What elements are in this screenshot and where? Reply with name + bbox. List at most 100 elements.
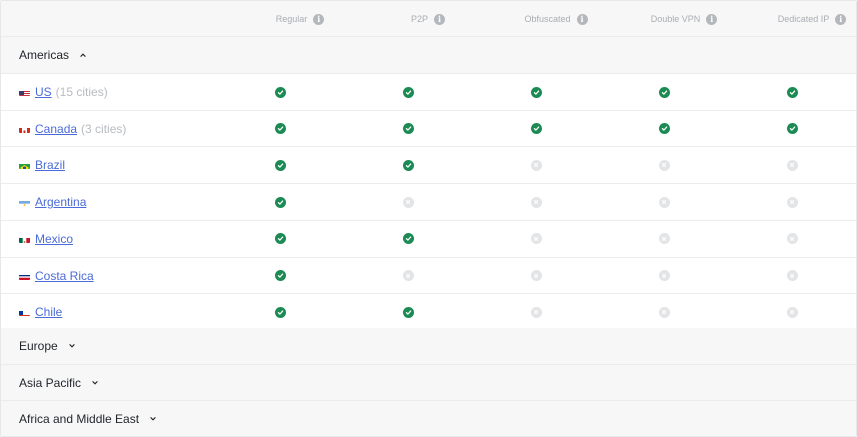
x-circle-icon (402, 196, 414, 208)
flag-us-icon (19, 88, 30, 96)
feature-cell (216, 111, 344, 147)
column-label: P2P (410, 14, 428, 24)
feature-cell (344, 111, 472, 147)
server-features-table: Regular i P2P i Obfuscated i Double VPN … (0, 0, 857, 437)
region-label: Asia Pacific (19, 375, 82, 390)
x-circle-icon (658, 306, 670, 318)
check-circle-icon (274, 233, 286, 245)
column-header-double-vpn: Double VPN i (620, 1, 748, 37)
chevron-down-icon (150, 416, 156, 421)
info-icon[interactable]: i (706, 13, 718, 25)
country-link[interactable]: Canada (35, 122, 77, 136)
check-circle-icon (402, 123, 414, 135)
feature-cell (600, 221, 728, 257)
check-circle-icon (786, 123, 798, 135)
check-circle-icon (530, 123, 542, 135)
x-circle-icon (658, 159, 670, 171)
feature-cell (216, 258, 344, 294)
info-icon[interactable]: i (434, 13, 445, 25)
x-circle-icon (786, 196, 798, 208)
table-row: Costa Rica (1, 256, 856, 294)
feature-cell (728, 221, 856, 257)
feature-cell (472, 111, 600, 147)
feature-cell (728, 294, 856, 330)
x-circle-icon (530, 306, 542, 318)
city-count: (3 cities) (81, 121, 127, 136)
info-icon[interactable]: i (576, 13, 588, 25)
table-row: Chile (1, 293, 856, 331)
city-count: (15 cities) (55, 85, 108, 99)
check-circle-icon (274, 86, 286, 98)
feature-cell (600, 111, 728, 147)
info-icon[interactable]: i (835, 13, 847, 25)
country-cell: Mexico (19, 221, 73, 257)
feature-cell (600, 147, 728, 183)
check-circle-icon (530, 86, 542, 98)
column-label: Dedicated IP (777, 14, 830, 24)
x-circle-icon (786, 233, 798, 245)
country-link[interactable]: Mexico (35, 232, 73, 246)
x-circle-icon (786, 270, 798, 281)
feature-cell (344, 184, 472, 220)
x-circle-icon (402, 270, 414, 281)
feature-cell (600, 184, 728, 220)
feature-cell (472, 147, 600, 183)
country-link[interactable]: Costa Rica (35, 269, 94, 283)
region-toggle-americas[interactable]: Americas (1, 37, 856, 73)
feature-cell (344, 221, 472, 257)
feature-cell (728, 111, 856, 147)
check-circle-icon (274, 123, 286, 135)
table-row: US (15 cities) (1, 73, 856, 110)
feature-cell (472, 221, 600, 257)
check-circle-icon (786, 86, 798, 98)
feature-cell (728, 258, 856, 294)
region-toggle-asia-pacific[interactable]: Asia Pacific (1, 364, 856, 400)
country-cell: Chile (19, 294, 62, 330)
feature-cell (344, 258, 472, 294)
table-row: Brazil (1, 146, 856, 184)
info-icon[interactable]: i (313, 13, 325, 25)
country-cell: Argentina (19, 184, 86, 220)
feature-cell (344, 294, 472, 330)
flag-ar-icon (19, 198, 30, 207)
check-circle-icon (402, 159, 414, 171)
flag-ca-icon (19, 125, 30, 133)
column-label: Obfuscated (524, 14, 571, 24)
country-cell: US (15 cities) (19, 74, 108, 110)
feature-cell (216, 74, 344, 110)
country-link[interactable]: Argentina (35, 195, 86, 209)
x-circle-icon (658, 270, 670, 281)
column-label: Double VPN (650, 14, 701, 24)
feature-cell (600, 294, 728, 330)
check-circle-icon (658, 86, 670, 98)
x-circle-icon (530, 196, 542, 208)
chevron-up-icon (80, 53, 86, 57)
feature-cell (728, 74, 856, 110)
region-toggle-africa-middle-east[interactable]: Africa and Middle East (1, 400, 856, 436)
feature-cell (216, 221, 344, 257)
feature-cell (728, 147, 856, 183)
column-header-dedicated-ip: Dedicated IP i (748, 1, 857, 37)
country-cell: Brazil (19, 147, 65, 183)
table-row: Canada (3 cities) (1, 109, 856, 147)
country-link[interactable]: US (35, 85, 52, 99)
check-circle-icon (274, 159, 286, 171)
table-row: Mexico (1, 219, 856, 257)
feature-cell (472, 258, 600, 294)
table-row: Argentina (1, 183, 856, 221)
country-cell: Canada (3 cities) (19, 111, 126, 147)
country-link[interactable]: Brazil (35, 158, 65, 172)
feature-cell (472, 74, 600, 110)
feature-cell (472, 294, 600, 330)
check-circle-icon (274, 270, 286, 281)
region-label: Europe (19, 339, 58, 353)
feature-cell (600, 74, 728, 110)
chevron-down-icon (68, 344, 75, 348)
feature-cell (216, 184, 344, 220)
country-cell: Costa Rica (19, 258, 94, 294)
x-circle-icon (786, 159, 798, 171)
check-circle-icon (402, 233, 414, 245)
country-link[interactable]: Chile (35, 305, 62, 319)
flag-cl-icon (19, 308, 30, 317)
region-toggle-europe[interactable]: Europe (1, 328, 856, 364)
